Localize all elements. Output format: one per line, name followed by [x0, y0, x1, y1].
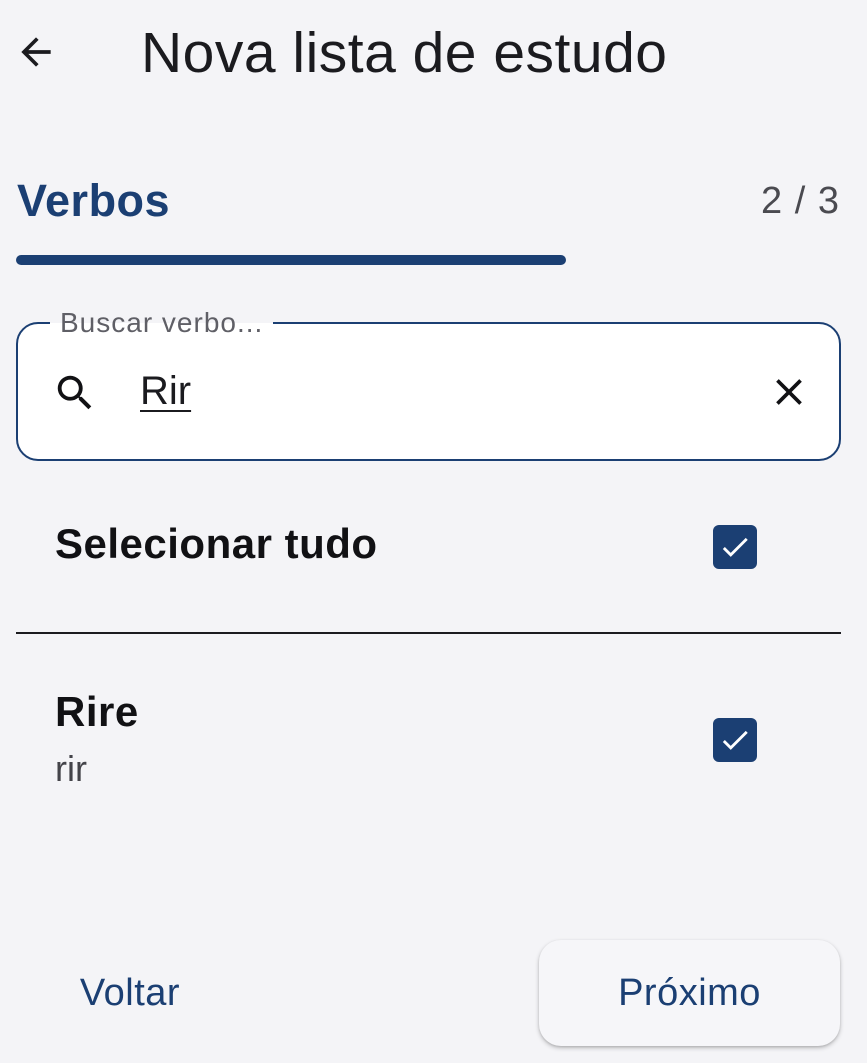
check-icon [722, 537, 748, 557]
step-counter: 2 / 3 [761, 180, 840, 222]
clear-search-button[interactable] [761, 364, 817, 420]
back-button[interactable] [10, 26, 62, 78]
app-screen: Nova lista de estudo Verbos 2 / 3 Buscar… [0, 0, 867, 1063]
search-field: Buscar verbo... [16, 308, 841, 461]
select-all-row[interactable]: Selecionar tudo [16, 495, 841, 605]
verb-list-item[interactable]: Rire rir [16, 670, 841, 810]
verb-translation: rir [55, 748, 87, 789]
next-button[interactable]: Próximo [539, 940, 840, 1046]
select-all-checkbox[interactable] [713, 525, 757, 569]
close-icon [776, 379, 802, 405]
check-icon [722, 730, 748, 750]
back-text-button[interactable]: Voltar [40, 950, 220, 1036]
step-progress-bar [16, 255, 841, 265]
search-icon [57, 375, 92, 410]
list-divider [16, 632, 841, 634]
verb-checkbox[interactable] [713, 718, 757, 762]
search-input[interactable] [140, 360, 700, 422]
arrow-left-icon [21, 37, 51, 67]
select-all-label: Selecionar tudo [55, 520, 378, 567]
verb-name: Rire [55, 688, 139, 735]
page-title: Nova lista de estudo [141, 21, 668, 85]
step-progress-fill [16, 255, 567, 265]
step-title: Verbos [17, 175, 171, 226]
search-label: Buscar verbo... [50, 308, 274, 338]
